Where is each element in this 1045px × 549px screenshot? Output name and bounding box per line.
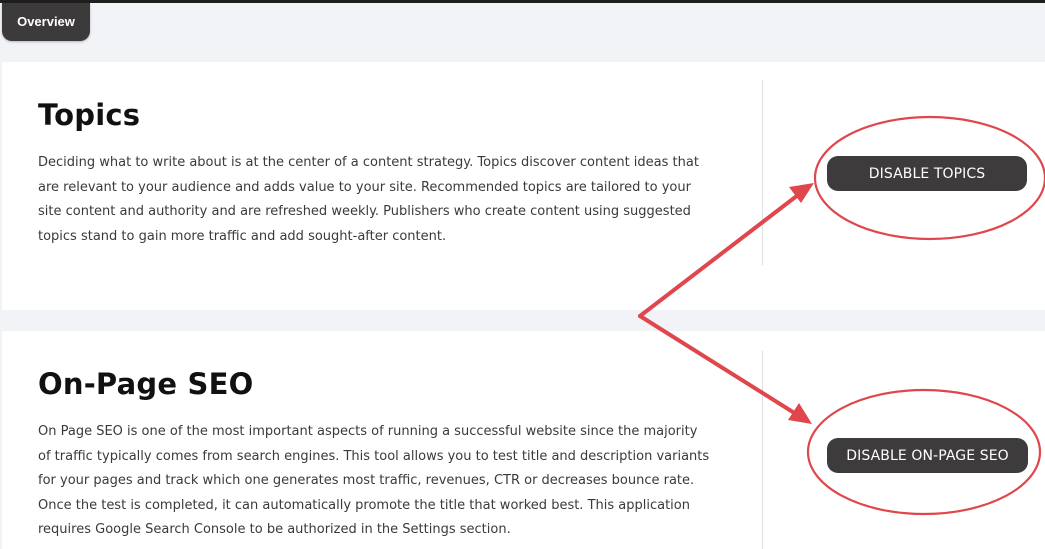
topics-description: Deciding what to write about is at the c… bbox=[38, 155, 699, 244]
tab-overview[interactable]: Overview bbox=[2, 3, 90, 41]
seo-card: On-Page SEO On Page SEO is one of the mo… bbox=[2, 331, 1045, 549]
topics-divider bbox=[762, 80, 763, 265]
topics-title: Topics bbox=[38, 98, 141, 132]
topics-card: Topics Deciding what to write about is a… bbox=[2, 62, 1045, 310]
seo-title: On-Page SEO bbox=[38, 367, 254, 401]
top-border bbox=[0, 0, 1045, 3]
disable-topics-button[interactable]: DISABLE TOPICS bbox=[827, 156, 1027, 191]
seo-description: On Page SEO is one of the most important… bbox=[38, 424, 710, 538]
disable-seo-button[interactable]: DISABLE ON-PAGE SEO bbox=[827, 438, 1028, 473]
seo-divider bbox=[762, 351, 763, 549]
